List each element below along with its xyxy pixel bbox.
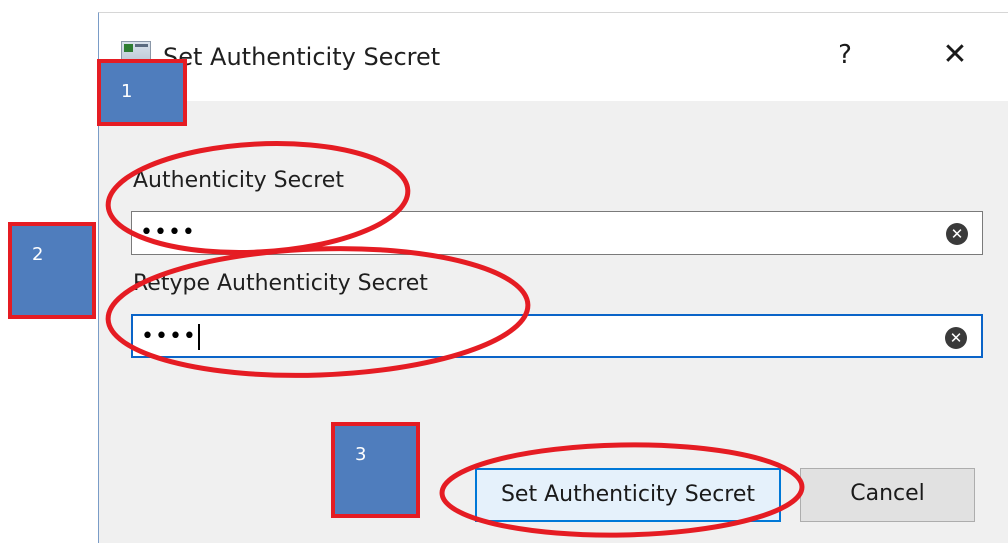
annotation-marker-3: 3 xyxy=(331,422,420,518)
text-caret xyxy=(197,324,200,350)
secret-label: Authenticity Secret xyxy=(133,168,344,193)
retype-secret-label: Retype Authenticity Secret xyxy=(133,271,428,296)
annotation-marker-1: 1 xyxy=(97,59,187,126)
retype-secret-value-wrap: •••• xyxy=(141,322,200,352)
secret-input[interactable]: •••• ✕ xyxy=(131,211,983,255)
close-button[interactable]: ✕ xyxy=(935,35,975,75)
clear-circle-icon[interactable]: ✕ xyxy=(946,223,968,245)
annotation-marker-2-label: 2 xyxy=(32,244,44,265)
stage: Set Authenticity Secret ? ✕ Authenticity… xyxy=(0,0,1008,543)
annotation-marker-1-label: 1 xyxy=(121,81,133,102)
cancel-button[interactable]: Cancel xyxy=(800,468,975,522)
set-secret-dialog: Set Authenticity Secret ? ✕ Authenticity… xyxy=(98,12,1008,543)
title-bar: Set Authenticity Secret ? ✕ xyxy=(99,13,1008,101)
clear-circle-icon[interactable]: ✕ xyxy=(945,327,967,349)
annotation-marker-3-label: 3 xyxy=(355,444,367,465)
help-button[interactable]: ? xyxy=(827,35,863,75)
retype-secret-input[interactable]: •••• ✕ xyxy=(131,314,983,358)
dialog-title: Set Authenticity Secret xyxy=(163,43,441,71)
retype-secret-value: •••• xyxy=(141,324,197,349)
secret-value: •••• xyxy=(140,220,196,245)
annotation-marker-2: 2 xyxy=(8,222,96,319)
set-secret-button[interactable]: Set Authenticity Secret xyxy=(475,468,781,522)
